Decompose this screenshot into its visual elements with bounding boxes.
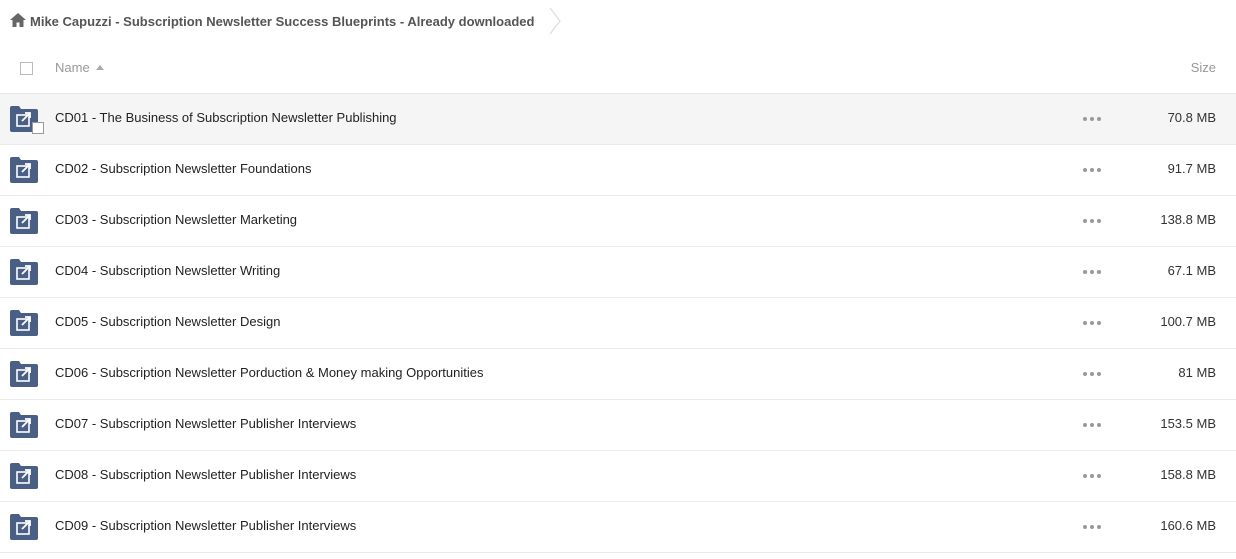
shared-folder-icon — [10, 310, 38, 336]
shared-folder-icon — [10, 259, 38, 285]
more-icon[interactable] — [1083, 519, 1101, 535]
file-size: 160.6 MB — [1160, 518, 1216, 533]
select-all-checkbox[interactable] — [20, 62, 33, 75]
file-name[interactable]: CD07 - Subscription Newsletter Publisher… — [55, 416, 356, 431]
file-name[interactable]: CD01 - The Business of Subscription News… — [55, 110, 397, 125]
breadcrumb: Mike Capuzzi - Subscription Newsletter S… — [0, 0, 562, 42]
file-name[interactable]: CD02 - Subscription Newsletter Foundatio… — [55, 161, 312, 176]
more-icon[interactable] — [1083, 111, 1101, 127]
shared-folder-icon — [10, 208, 38, 234]
home-icon[interactable] — [10, 13, 26, 27]
shared-folder-icon — [10, 361, 38, 387]
shared-folder-icon — [10, 157, 38, 183]
more-icon[interactable] — [1083, 315, 1101, 331]
more-icon[interactable] — [1083, 213, 1101, 229]
name-column-header[interactable]: Name — [55, 60, 104, 75]
file-size: 70.8 MB — [1167, 110, 1216, 125]
more-icon[interactable] — [1083, 366, 1101, 382]
breadcrumb-current-folder[interactable]: Mike Capuzzi - Subscription Newsletter S… — [30, 14, 534, 29]
shared-folder-icon — [10, 412, 38, 438]
shared-folder-icon — [10, 463, 38, 489]
file-name[interactable]: CD09 - Subscription Newsletter Publisher… — [55, 518, 356, 533]
row-checkbox[interactable] — [32, 122, 44, 134]
sort-ascending-icon — [95, 65, 104, 71]
size-column-header[interactable]: Size — [1191, 60, 1216, 75]
file-size: 100.7 MB — [1160, 314, 1216, 329]
file-row[interactable]: CD06 - Subscription Newsletter Porductio… — [0, 349, 1236, 400]
file-row[interactable]: CD07 - Subscription Newsletter Publisher… — [0, 400, 1236, 451]
file-size: 153.5 MB — [1160, 416, 1216, 431]
file-row[interactable]: CD02 - Subscription Newsletter Foundatio… — [0, 145, 1236, 196]
file-name[interactable]: CD04 - Subscription Newsletter Writing — [55, 263, 280, 278]
file-row[interactable]: CD04 - Subscription Newsletter Writing 6… — [0, 247, 1236, 298]
shared-folder-icon — [10, 514, 38, 540]
file-name[interactable]: CD06 - Subscription Newsletter Porductio… — [55, 365, 483, 380]
more-icon[interactable] — [1083, 162, 1101, 178]
file-size: 158.8 MB — [1160, 467, 1216, 482]
file-name[interactable]: CD03 - Subscription Newsletter Marketing — [55, 212, 297, 227]
file-row[interactable]: CD08 - Subscription Newsletter Publisher… — [0, 451, 1236, 502]
file-row[interactable]: CD09 - Subscription Newsletter Publisher… — [0, 502, 1236, 553]
file-list-header: Name Size — [0, 44, 1236, 94]
file-row[interactable]: CD01 - The Business of Subscription News… — [0, 94, 1236, 145]
file-size: 91.7 MB — [1167, 161, 1216, 176]
file-name[interactable]: CD05 - Subscription Newsletter Design — [55, 314, 280, 329]
file-list: CD01 - The Business of Subscription News… — [0, 94, 1236, 553]
name-column-label: Name — [55, 60, 90, 75]
breadcrumb-separator-icon — [548, 6, 562, 36]
file-size: 67.1 MB — [1167, 263, 1216, 278]
more-icon[interactable] — [1083, 417, 1101, 433]
file-size: 138.8 MB — [1160, 212, 1216, 227]
file-row[interactable]: CD03 - Subscription Newsletter Marketing… — [0, 196, 1236, 247]
file-size: 81 MB — [1178, 365, 1216, 380]
file-row[interactable]: CD05 - Subscription Newsletter Design 10… — [0, 298, 1236, 349]
file-name[interactable]: CD08 - Subscription Newsletter Publisher… — [55, 467, 356, 482]
more-icon[interactable] — [1083, 264, 1101, 280]
more-icon[interactable] — [1083, 468, 1101, 484]
